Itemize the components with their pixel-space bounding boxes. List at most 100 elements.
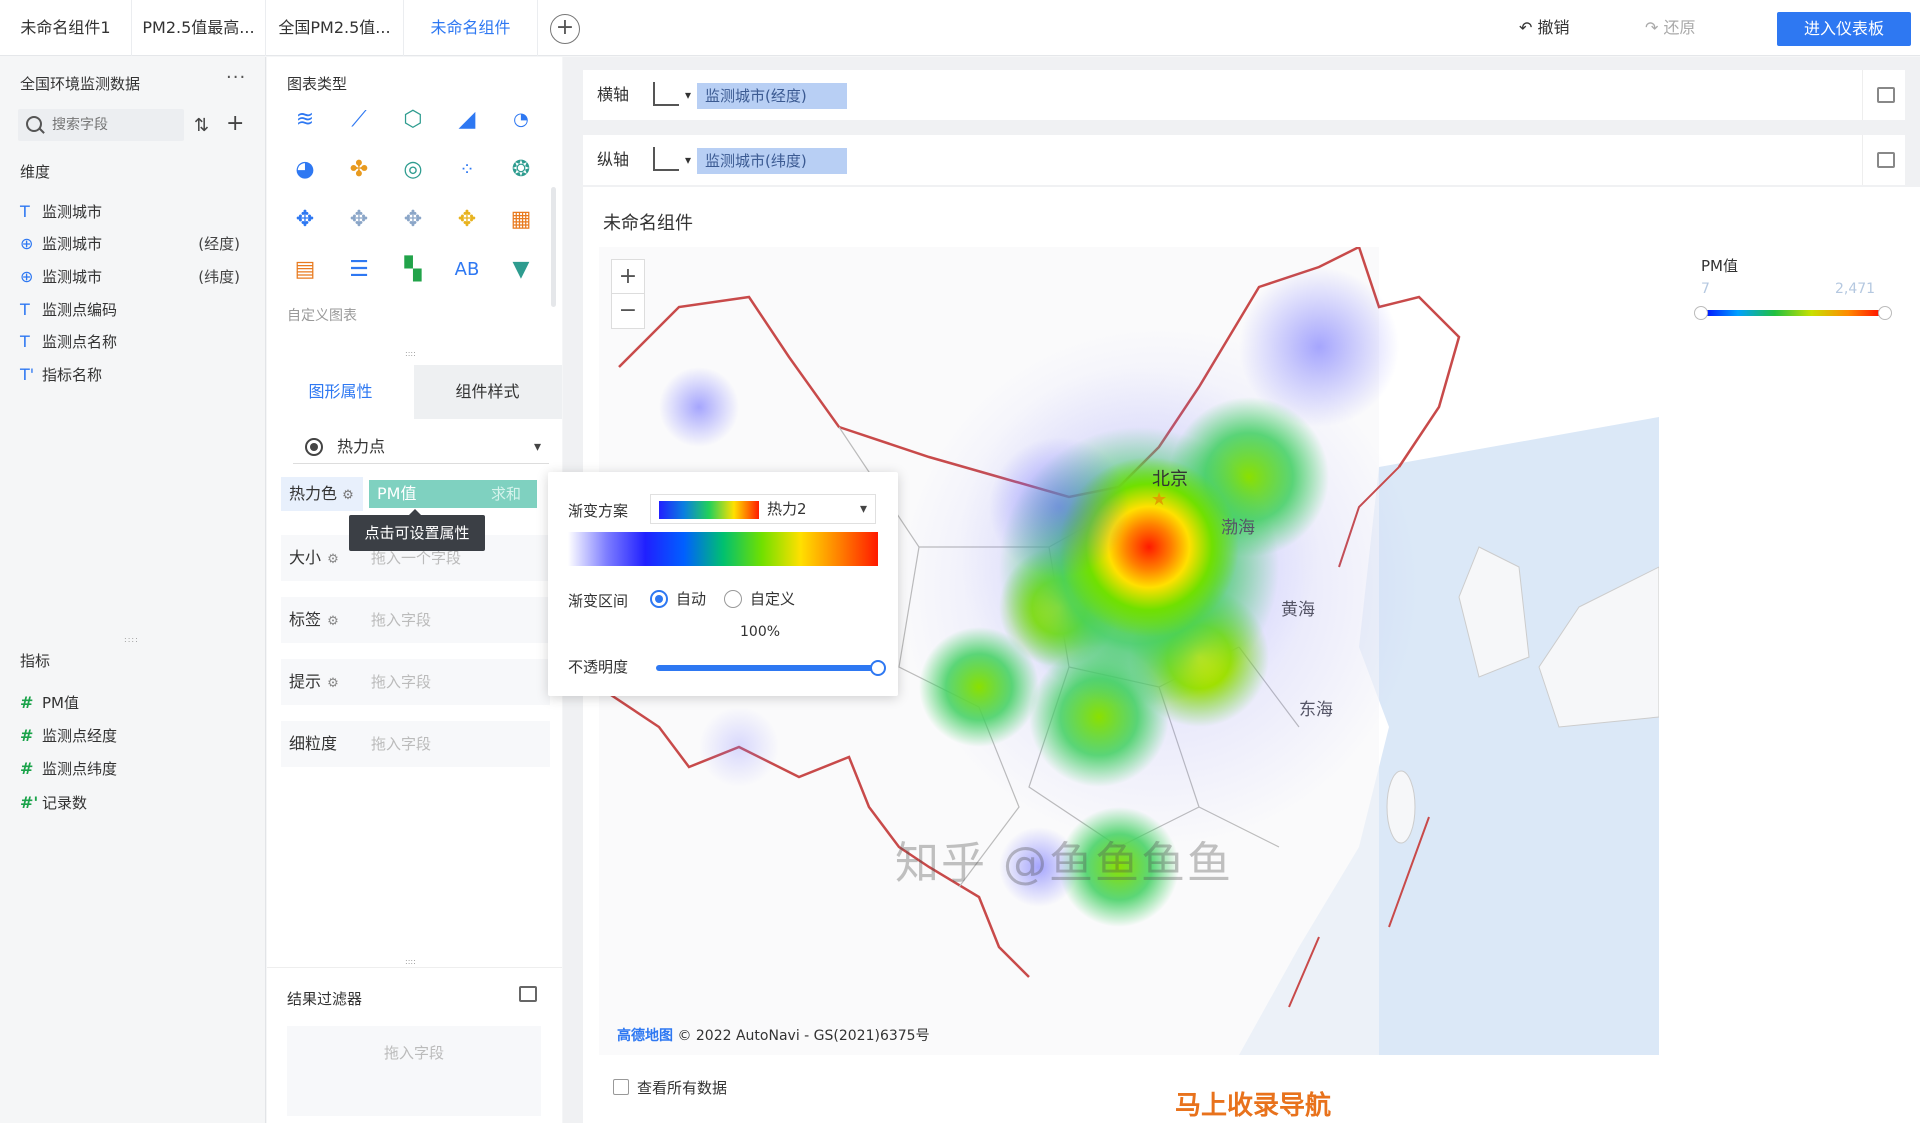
tab-pm25-max[interactable]: PM2.5值最高... [132,0,266,56]
gear-icon: ⚙ [323,614,339,629]
line-chart-icon[interactable]: ⟋ [341,102,377,138]
legend-handle-min[interactable] [1694,306,1708,320]
text-type-icon: T [20,332,30,351]
multi-line-chart-icon[interactable]: ≋ [287,102,323,138]
granularity-row[interactable]: 细粒度 拖入字段 [281,721,550,767]
filter-settings-icon[interactable] [519,986,537,1002]
lock-icon[interactable] [1877,87,1895,103]
tab-shape-properties[interactable]: 图形属性 [267,365,414,419]
lock-icon[interactable] [1877,152,1895,168]
opacity-slider[interactable] [656,660,886,676]
metric-item[interactable]: # PM值 [20,689,250,717]
dataset-title: 全国环境监测数据 [20,75,141,93]
zoom-in-button[interactable]: + [612,260,644,294]
dimension-item[interactable]: T' 指标名称 [20,361,250,389]
add-tab-icon[interactable]: + [550,14,580,44]
app-root: 未命名组件1 PM2.5值最高... 全国PM2.5值... 未命名组件 + ↶… [0,0,1920,1123]
redo-button[interactable]: ↷ 还原 [1645,0,1696,56]
scheme-preview [659,501,759,519]
auto-radio[interactable] [650,590,668,608]
x-axis-shelf[interactable]: 横轴 监测城市(经度) [583,70,1905,120]
dimension-item[interactable]: T 监测城市 [20,198,250,226]
panel-splitter[interactable]: :::: [405,349,416,358]
dimension-item[interactable]: T 监测点编码 [20,296,250,324]
undo-label: 撤销 [1537,18,1570,37]
filter-drop-zone[interactable]: 拖入字段 [287,1026,541,1116]
enter-dashboard-button[interactable]: 进入仪表板 [1777,12,1911,46]
dimension-label: 监测城市 [42,203,103,221]
legend-handle-max[interactable] [1878,306,1892,320]
checkbox[interactable] [613,1079,629,1095]
shape-select[interactable]: 热力点 ▾ [293,430,549,464]
add-field-icon[interactable]: + [226,111,244,136]
grid-heatmap-icon[interactable]: ▦ [503,202,539,238]
field-sort-icon[interactable]: ⇅ [194,115,209,136]
heat-color-label[interactable]: 热力色 ⚙ [281,477,363,511]
hint-drop-zone[interactable]: 拖入字段 [371,659,431,705]
tab-national-pm25[interactable]: 全国PM2.5值... [266,0,404,56]
point-map-icon[interactable]: ✥ [341,202,377,238]
dimension-item[interactable]: ⊕ 监测城市 (经度) [20,230,250,258]
amap-logo: 高德地图 [617,1028,673,1044]
metric-item[interactable]: #' 记录数 [20,789,250,817]
dimension-label: 监测城市 [42,268,103,286]
scatter-chart-icon[interactable]: ⁘ [449,152,485,188]
metric-item[interactable]: # 监测点经度 [20,722,250,750]
panel-splitter[interactable]: :::: [405,957,416,966]
sea-label-bohai: 渤海 [1221,518,1255,538]
hint-label: 提示 ⚙ [289,659,339,705]
redo-label: 还原 [1663,18,1696,37]
config-panel: 图表类型 ≋ ⟋ ⬡ ◢ ◔ ◕ ✤ ◎ ⁘ ❂ ✥ ✥ ✥ ✥ ▦ ▤ ☰ ▚… [267,57,562,1123]
show-all-label: 查看所有数据 [637,1079,728,1097]
region-map-icon[interactable]: ✥ [287,202,323,238]
show-all-data[interactable]: 查看所有数据 [613,1077,727,1098]
axis-type-icon[interactable] [653,147,691,171]
dimension-item[interactable]: ⊕ 监测城市 (纬度) [20,263,250,291]
detail-table-icon[interactable]: ☰ [341,252,377,288]
label-drop-zone[interactable]: 拖入字段 [371,597,431,643]
bubble-chart-icon[interactable]: ❂ [503,152,539,188]
more-icon[interactable]: ··· [226,67,246,88]
radar-chart-icon[interactable]: ⬡ [395,102,431,138]
x-axis-field-pill[interactable]: 监测城市(经度) [697,83,847,109]
axis-type-icon[interactable] [653,82,691,106]
scheme-select[interactable]: 热力2 ▾ [650,494,876,524]
legend-gradient[interactable] [1694,306,1892,320]
tab-component-style[interactable]: 组件样式 [414,365,561,419]
flow-map-icon[interactable]: ✥ [395,202,431,238]
heat-blob [919,627,1039,747]
treemap-icon[interactable]: ▚ [395,252,431,288]
word-cloud-icon[interactable]: AB [449,252,485,288]
site-watermark: 马上收录导航 [1175,1091,1332,1121]
tab-component-1[interactable]: 未命名组件1 [0,0,132,56]
search-input[interactable] [52,115,172,135]
custom-label: 自定义 [750,590,796,608]
donut-chart-icon[interactable]: ◎ [395,152,431,188]
y-axis-shelf[interactable]: 纵轴 监测城市(纬度) [583,135,1905,185]
tab-unnamed-component[interactable]: 未命名组件 [404,0,538,56]
funnel-chart-icon[interactable]: ▼ [503,252,539,288]
panel-splitter[interactable]: :::: [124,635,139,644]
slider-handle[interactable] [870,660,886,676]
metric-item[interactable]: # 监测点纬度 [20,755,250,783]
pie-chart-icon[interactable]: ◕ [287,152,323,188]
undo-button[interactable]: ↶ 撤销 [1519,0,1570,56]
hint-row[interactable]: 提示 ⚙ 拖入字段 [281,659,550,705]
label-row[interactable]: 标签 ⚙ 拖入字段 [281,597,550,643]
zoom-out-button[interactable]: − [612,294,644,328]
chart-types-scrollbar[interactable] [551,187,556,307]
y-axis-field-pill[interactable]: 监测城市(纬度) [697,148,847,174]
legend-max: 2,471 [1835,281,1876,297]
area-chart-icon[interactable]: ◢ [449,102,485,138]
result-filter: 结果过滤器 拖入字段 [267,967,562,1123]
custom-chart-link[interactable]: 自定义图表 [287,305,357,325]
dimension-item[interactable]: T 监测点名称 [20,328,250,356]
gauge-chart-icon[interactable]: ◔ [503,102,539,138]
granularity-drop-zone[interactable]: 拖入字段 [371,721,431,767]
cross-table-icon[interactable]: ▤ [287,252,323,288]
heat-color-field-pill[interactable]: PM值 求和 [369,480,537,508]
field-search[interactable] [18,109,184,141]
heat-map-icon[interactable]: ✥ [449,202,485,238]
rose-chart-icon[interactable]: ✤ [341,152,377,188]
custom-radio[interactable] [724,590,742,608]
